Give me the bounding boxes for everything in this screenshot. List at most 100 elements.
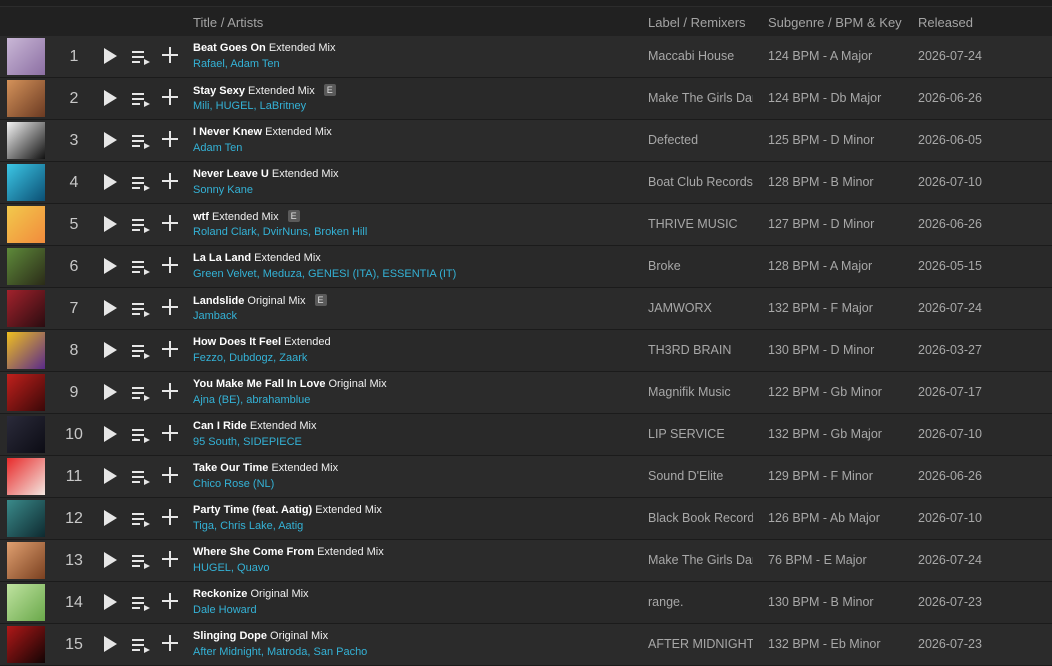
header-released[interactable]: Released	[918, 15, 973, 30]
artist-link[interactable]: Adam Ten	[193, 142, 242, 154]
track-artwork[interactable]	[7, 122, 45, 159]
add-to-playlist-icon[interactable]	[162, 215, 178, 231]
artist-link[interactable]: San Pacho	[313, 646, 367, 658]
add-to-queue-icon[interactable]	[132, 595, 150, 611]
artist-link[interactable]: SIDEPIECE	[243, 436, 302, 448]
add-to-playlist-icon[interactable]	[162, 509, 178, 525]
table-row[interactable]: 1 Beat Goes On Extended Mix Rafael, Adam…	[0, 36, 1052, 78]
add-to-queue-icon[interactable]	[132, 49, 150, 65]
artist-link[interactable]: Zaark	[279, 352, 307, 364]
play-icon[interactable]	[104, 468, 117, 484]
record-label[interactable]: Maccabi House	[648, 49, 753, 63]
track-artwork[interactable]	[7, 38, 45, 75]
record-label[interactable]: THRIVE MUSIC	[648, 217, 753, 231]
track-title[interactable]: Stay Sexy Extended Mix E	[193, 84, 336, 97]
header-label-remixers[interactable]: Label / Remixers	[648, 15, 746, 30]
add-to-playlist-icon[interactable]	[162, 467, 178, 483]
table-row[interactable]: 3 I Never Knew Extended Mix Adam Ten Def…	[0, 120, 1052, 162]
artist-link[interactable]: After Midnight	[193, 646, 261, 658]
artist-link[interactable]: Matroda	[267, 646, 307, 658]
table-row[interactable]: 13 Where She Come From Extended Mix HUGE…	[0, 540, 1052, 582]
record-label[interactable]: AFTER MIDNIGHT	[648, 637, 753, 651]
add-to-playlist-icon[interactable]	[162, 257, 178, 273]
track-artwork[interactable]	[7, 248, 45, 285]
play-icon[interactable]	[104, 216, 117, 232]
record-label[interactable]: Sound D'Elite	[648, 469, 753, 483]
artist-link[interactable]: HUGEL	[193, 562, 231, 574]
table-row[interactable]: 6 La La Land Extended Mix Green Velvet, …	[0, 246, 1052, 288]
artist-link[interactable]: Dale Howard	[193, 604, 257, 616]
table-row[interactable]: 7 Landslide Original Mix E Jamback JAMWO…	[0, 288, 1052, 330]
track-title[interactable]: wtf Extended Mix E	[193, 210, 300, 223]
track-artwork[interactable]	[7, 374, 45, 411]
artist-link[interactable]: Ajna (BE)	[193, 394, 240, 406]
play-icon[interactable]	[104, 426, 117, 442]
artist-link[interactable]: DvirNuns	[263, 226, 308, 238]
track-title[interactable]: You Make Me Fall In Love Original Mix	[193, 378, 387, 390]
add-to-playlist-icon[interactable]	[162, 635, 178, 651]
play-icon[interactable]	[104, 384, 117, 400]
table-row[interactable]: 14 Reckonize Original Mix Dale Howard ra…	[0, 582, 1052, 624]
play-icon[interactable]	[104, 636, 117, 652]
track-artwork[interactable]	[7, 626, 45, 663]
record-label[interactable]: Defected	[648, 133, 753, 147]
track-artwork[interactable]	[7, 332, 45, 369]
track-artwork[interactable]	[7, 80, 45, 117]
add-to-playlist-icon[interactable]	[162, 341, 178, 357]
add-to-queue-icon[interactable]	[132, 511, 150, 527]
add-to-playlist-icon[interactable]	[162, 551, 178, 567]
add-to-queue-icon[interactable]	[132, 259, 150, 275]
track-title[interactable]: How Does It Feel Extended	[193, 336, 331, 348]
artist-link[interactable]: Roland Clark	[193, 226, 257, 238]
track-artwork[interactable]	[7, 206, 45, 243]
record-label[interactable]: Make The Girls Dance	[648, 91, 753, 105]
table-row[interactable]: 8 How Does It Feel Extended Fezzo, Dubdo…	[0, 330, 1052, 372]
record-label[interactable]: Make The Girls Dance	[648, 553, 753, 567]
record-label[interactable]: Broke	[648, 259, 753, 273]
record-label[interactable]: range.	[648, 595, 753, 609]
header-title-artists[interactable]: Title / Artists	[193, 15, 263, 30]
play-icon[interactable]	[104, 48, 117, 64]
add-to-playlist-icon[interactable]	[162, 131, 178, 147]
table-row[interactable]: 11 Take Our Time Extended Mix Chico Rose…	[0, 456, 1052, 498]
track-artwork[interactable]	[7, 542, 45, 579]
track-title[interactable]: Party Time (feat. Aatig) Extended Mix	[193, 504, 382, 516]
track-title[interactable]: Can I Ride Extended Mix	[193, 420, 317, 432]
add-to-queue-icon[interactable]	[132, 553, 150, 569]
table-row[interactable]: 10 Can I Ride Extended Mix 95 South, SID…	[0, 414, 1052, 456]
track-title[interactable]: Landslide Original Mix E	[193, 294, 327, 307]
artist-link[interactable]: abrahamblue	[246, 394, 310, 406]
add-to-playlist-icon[interactable]	[162, 425, 178, 441]
add-to-playlist-icon[interactable]	[162, 173, 178, 189]
artist-link[interactable]: Broken Hill	[314, 226, 367, 238]
artist-link[interactable]: Chris Lake	[220, 520, 273, 532]
track-artwork[interactable]	[7, 416, 45, 453]
track-title[interactable]: La La Land Extended Mix	[193, 252, 321, 264]
play-icon[interactable]	[104, 174, 117, 190]
play-icon[interactable]	[104, 90, 117, 106]
track-artwork[interactable]	[7, 164, 45, 201]
artist-link[interactable]: Mili	[193, 100, 210, 112]
artist-link[interactable]: Meduza	[263, 268, 302, 280]
table-row[interactable]: 2 Stay Sexy Extended Mix E Mili, HUGEL, …	[0, 78, 1052, 120]
track-title[interactable]: I Never Knew Extended Mix	[193, 126, 332, 138]
artist-link[interactable]: Tiga	[193, 520, 214, 532]
artist-link[interactable]: Dubdogz	[229, 352, 273, 364]
record-label[interactable]: Magnifik Music	[648, 385, 753, 399]
artist-link[interactable]: ESSENTIA (IT)	[382, 268, 456, 280]
play-icon[interactable]	[104, 300, 117, 316]
artist-link[interactable]: Sonny Kane	[193, 184, 253, 196]
add-to-playlist-icon[interactable]	[162, 89, 178, 105]
artist-link[interactable]: Rafael	[193, 58, 225, 70]
table-row[interactable]: 9 You Make Me Fall In Love Original Mix …	[0, 372, 1052, 414]
add-to-playlist-icon[interactable]	[162, 299, 178, 315]
add-to-queue-icon[interactable]	[132, 427, 150, 443]
artist-link[interactable]: Green Velvet	[193, 268, 257, 280]
track-title[interactable]: Beat Goes On Extended Mix	[193, 42, 335, 54]
table-row[interactable]: 5 wtf Extended Mix E Roland Clark, DvirN…	[0, 204, 1052, 246]
record-label[interactable]: TH3RD BRAIN	[648, 343, 753, 357]
artist-link[interactable]: Chico Rose (NL)	[193, 478, 274, 490]
track-artwork[interactable]	[7, 290, 45, 327]
play-icon[interactable]	[104, 594, 117, 610]
play-icon[interactable]	[104, 510, 117, 526]
